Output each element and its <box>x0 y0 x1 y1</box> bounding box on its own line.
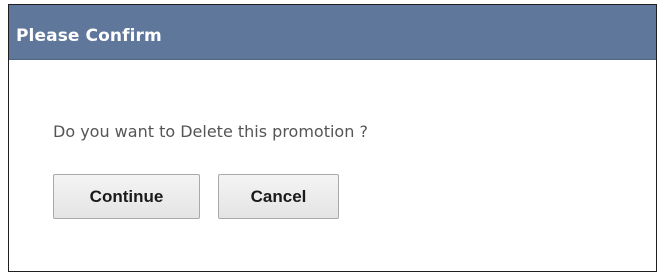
dialog-title: Please Confirm <box>16 26 162 46</box>
continue-button[interactable]: Continue <box>53 174 200 219</box>
dialog-titlebar: Please Confirm <box>9 5 656 60</box>
dialog-message: Do you want to Delete this promotion ? <box>53 122 368 141</box>
cancel-button[interactable]: Cancel <box>218 174 339 219</box>
confirm-dialog: Please Confirm Do you want to Delete thi… <box>8 4 657 272</box>
